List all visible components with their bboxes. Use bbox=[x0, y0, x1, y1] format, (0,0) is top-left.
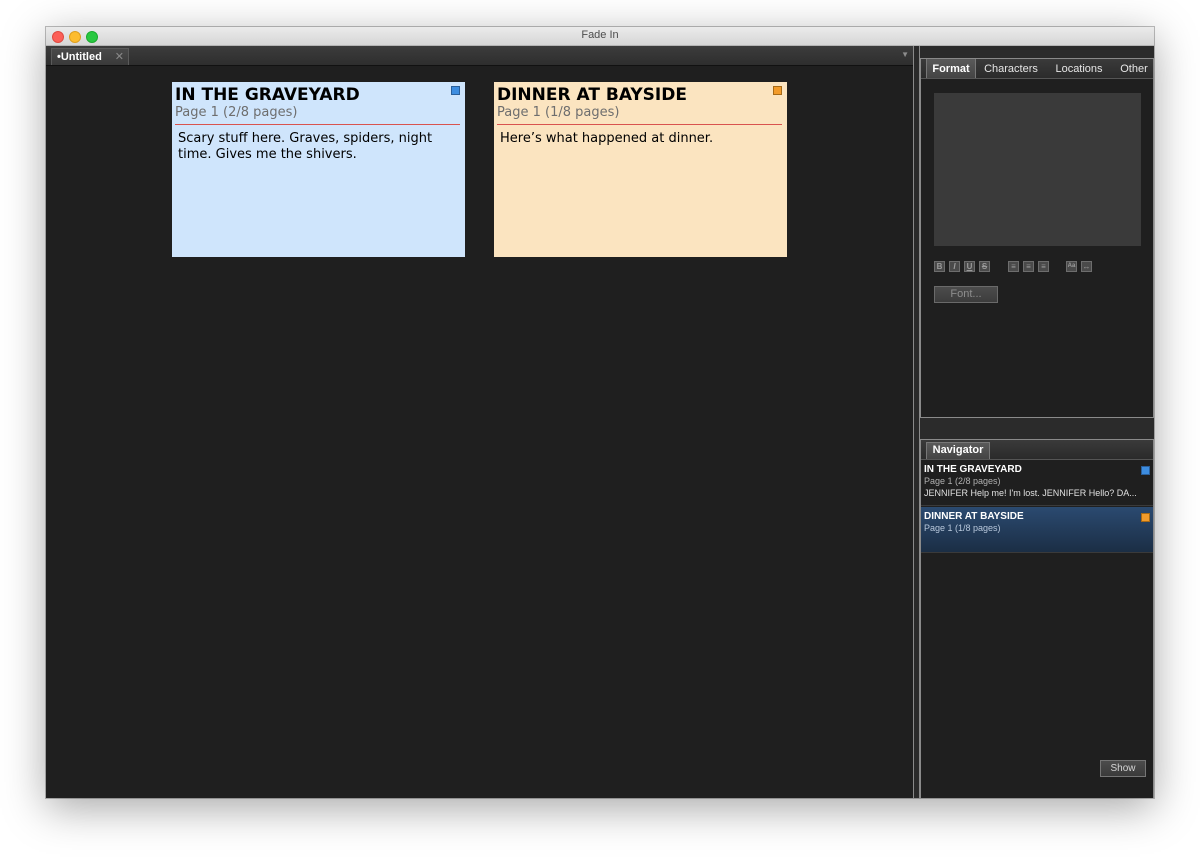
strikethrough-icon[interactable]: S bbox=[979, 261, 990, 272]
align-center-icon[interactable]: ≡ bbox=[1023, 261, 1034, 272]
right-sidebar: Format Characters Locations Other B I U … bbox=[920, 46, 1154, 798]
align-right-icon[interactable]: ≡ bbox=[1038, 261, 1049, 272]
navigator-item-pages: Page 1 (2/8 pages) bbox=[924, 476, 1001, 486]
tab-characters[interactable]: Characters bbox=[978, 59, 1044, 78]
navigator-panel: Navigator IN THE GRAVEYARD Page 1 (2/8 p… bbox=[920, 439, 1154, 798]
format-panel-tabs: Format Characters Locations Other bbox=[921, 59, 1153, 79]
navigator-item-title: DINNER AT BAYSIDE bbox=[924, 511, 1024, 522]
index-card-bayside[interactable]: DINNER AT BAYSIDE Page 1 (1/8 pages) Her… bbox=[494, 82, 787, 257]
tab-navigator[interactable]: Navigator bbox=[926, 442, 990, 459]
align-left-icon[interactable]: ≡ bbox=[1008, 261, 1019, 272]
card-pages: Page 1 (1/8 pages) bbox=[497, 105, 620, 120]
text-spacing-icon[interactable]: ↔ bbox=[1081, 261, 1092, 272]
navigator-color-swatch bbox=[1141, 466, 1150, 475]
font-button[interactable]: Font... bbox=[934, 286, 998, 303]
pane-splitter[interactable] bbox=[913, 46, 920, 798]
window-title: Fade In bbox=[581, 29, 619, 41]
card-color-swatch[interactable] bbox=[451, 86, 460, 95]
format-preview bbox=[934, 93, 1141, 246]
close-tab-icon[interactable]: ✕ bbox=[115, 50, 124, 63]
tab-menu-arrow-icon[interactable]: ▼ bbox=[901, 50, 909, 59]
tab-untitled-label: •Untitled bbox=[57, 51, 102, 63]
navigator-item-snippet: JENNIFER Help me! I'm lost. JENNIFER Hel… bbox=[924, 488, 1137, 498]
tab-untitled[interactable]: •Untitled ✕ bbox=[51, 48, 129, 65]
index-card-graveyard[interactable]: IN THE GRAVEYARD Page 1 (2/8 pages) Scar… bbox=[172, 82, 465, 257]
card-body[interactable]: Scary stuff here. Graves, spiders, night… bbox=[178, 131, 457, 163]
italic-icon[interactable]: I bbox=[949, 261, 960, 272]
card-title: DINNER AT BAYSIDE bbox=[497, 85, 687, 105]
card-divider bbox=[497, 124, 782, 125]
app-window: Fade In •Untitled ✕ ▼ IN THE GRAVEYARD P… bbox=[46, 27, 1154, 798]
navigator-tabs: Navigator bbox=[921, 440, 1153, 460]
navigator-item-bayside[interactable]: DINNER AT BAYSIDE Page 1 (1/8 pages) bbox=[921, 507, 1153, 553]
bold-icon[interactable]: B bbox=[934, 261, 945, 272]
title-bar: Fade In bbox=[46, 27, 1154, 46]
card-pages: Page 1 (2/8 pages) bbox=[175, 105, 298, 120]
card-title: IN THE GRAVEYARD bbox=[175, 85, 360, 105]
navigator-item-graveyard[interactable]: IN THE GRAVEYARD Page 1 (2/8 pages) JENN… bbox=[921, 460, 1153, 506]
tab-format[interactable]: Format bbox=[926, 59, 976, 78]
index-card-view[interactable]: •Untitled ✕ ▼ IN THE GRAVEYARD Page 1 (2… bbox=[46, 46, 913, 798]
show-button[interactable]: Show bbox=[1100, 760, 1146, 777]
document-tab-bar: •Untitled ✕ ▼ bbox=[46, 46, 913, 66]
format-panel: Format Characters Locations Other B I U … bbox=[920, 58, 1154, 418]
text-case-icon[interactable]: Aa bbox=[1066, 261, 1077, 272]
card-body[interactable]: Here’s what happened at dinner. bbox=[500, 131, 779, 147]
navigator-item-pages: Page 1 (1/8 pages) bbox=[924, 523, 1001, 533]
card-divider bbox=[175, 124, 460, 125]
navigator-item-title: IN THE GRAVEYARD bbox=[924, 464, 1022, 475]
card-color-swatch[interactable] bbox=[773, 86, 782, 95]
tab-locations[interactable]: Locations bbox=[1049, 59, 1109, 78]
tab-other[interactable]: Other bbox=[1115, 59, 1153, 78]
underline-icon[interactable]: U bbox=[964, 261, 975, 272]
navigator-color-swatch bbox=[1141, 513, 1150, 522]
